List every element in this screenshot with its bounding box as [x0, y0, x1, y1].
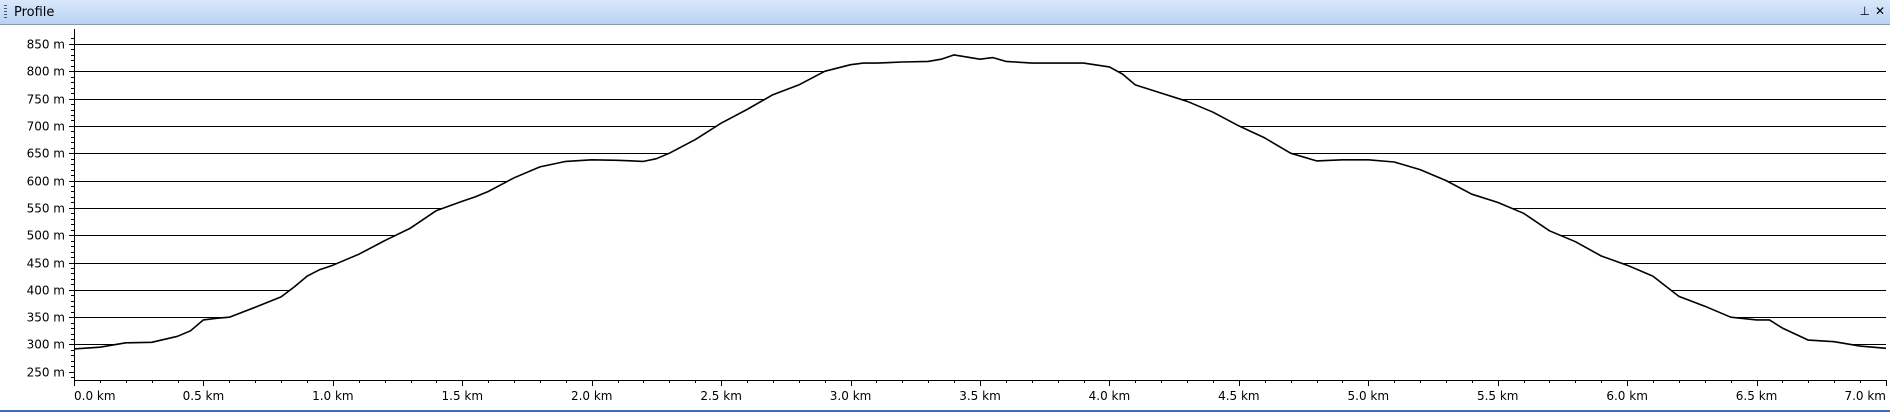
y-tick-label: 600 m [27, 175, 65, 189]
pin-icon[interactable]: ⊥ [1860, 4, 1870, 18]
profile-area [74, 54, 1886, 381]
close-icon[interactable]: ✕ [1875, 4, 1885, 18]
y-tick-label: 650 m [27, 147, 65, 161]
x-tick-label: 0.5 km [183, 389, 225, 403]
drag-grip-icon[interactable] [4, 5, 7, 20]
x-tick-label: 6.5 km [1736, 389, 1778, 403]
x-tick-label: 2.0 km [571, 389, 613, 403]
x-tick-label: 3.5 km [959, 389, 1001, 403]
y-tick-label: 750 m [27, 93, 65, 107]
x-tick-label: 4.0 km [1089, 389, 1131, 403]
x-tick-label: 3.0 km [830, 389, 872, 403]
x-axis: 0.0 km 0.5 km 1.0 km 1.5 km 2.0 km 2.5 km 3.0 … [74, 380, 1887, 403]
y-tick-label: 850 m [27, 38, 65, 52]
x-tick-label: 1.5 km [442, 389, 484, 403]
panel-title-bar[interactable]: Profile ⊥ ✕ [0, 0, 1890, 25]
y-tick-label: 500 m [27, 229, 65, 243]
x-tick-label: 4.5 km [1218, 389, 1260, 403]
x-tick-label: 2.5 km [700, 389, 742, 403]
x-tick-label: 0.0 km [74, 389, 116, 403]
profile-panel: Profile ⊥ ✕ 250 m 300 m 350 m 400 m 450 m 500… [0, 0, 1890, 412]
x-tick-label: 6.0 km [1606, 389, 1648, 403]
y-tick-label: 250 m [27, 366, 65, 380]
y-tick-label: 400 m [27, 284, 65, 298]
y-tick-label: 700 m [27, 120, 65, 134]
x-tick-label: 7.0 km [1844, 389, 1886, 403]
y-tick-label: 450 m [27, 257, 65, 271]
x-tick-label: 1.0 km [312, 389, 354, 403]
panel-title: Profile [14, 5, 55, 20]
x-tick-label: 5.5 km [1477, 389, 1519, 403]
y-tick-label: 350 m [27, 311, 65, 325]
x-tick-label: 5.0 km [1348, 389, 1390, 403]
profile-area-group [73, 54, 1887, 381]
y-axis: 250 m 300 m 350 m 400 m 450 m 500 m 550 m 600 m… [27, 29, 75, 380]
elevation-profile-chart: 250 m 300 m 350 m 400 m 450 m 500 m 550 m 600 m… [27, 29, 1887, 403]
y-tick-label: 800 m [27, 65, 65, 79]
y-tick-label: 550 m [27, 202, 65, 216]
y-tick-label: 300 m [27, 338, 65, 352]
